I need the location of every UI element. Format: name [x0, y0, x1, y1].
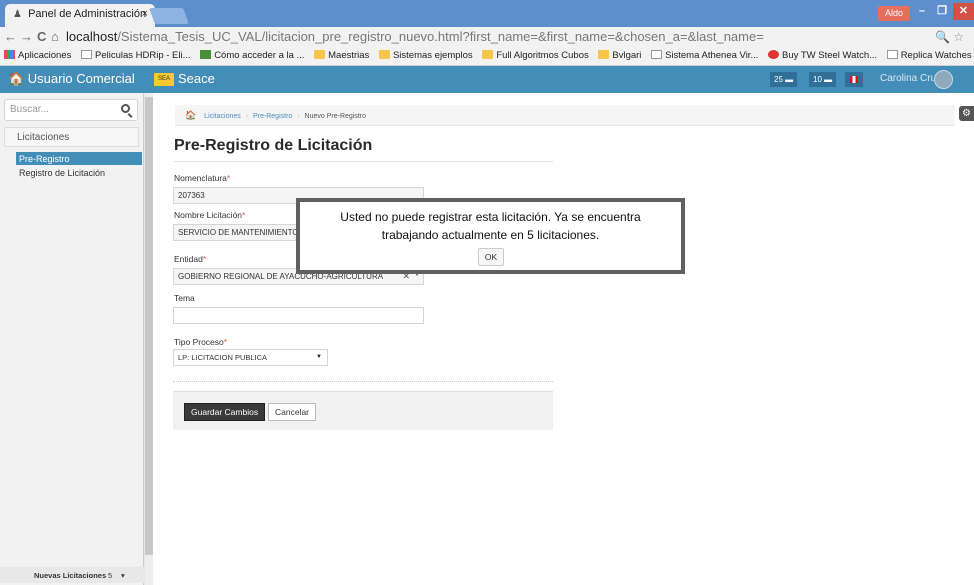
form-actions: Guardar Cambios Cancelar: [173, 391, 553, 430]
breadcrumb-separator: ›: [297, 113, 300, 120]
title-divider: [174, 161, 553, 162]
breadcrumb-separator: ›: [245, 113, 249, 120]
bookmark-item[interactable]: Sistemas ejemplos: [378, 50, 473, 61]
bookmark-item[interactable]: Aplicaciones: [4, 50, 71, 61]
gear-icon[interactable]: ⚙: [959, 106, 974, 121]
ok-button[interactable]: OK: [478, 248, 504, 266]
window-close-button[interactable]: ✕: [953, 3, 974, 20]
address-bar: ← → C ⌂ localhost/Sistema_Tesis_UC_VAL/l…: [0, 27, 974, 47]
user-menu[interactable]: Carolina Cruz: [880, 73, 941, 84]
breadcrumb-link[interactable]: Pre-Registro: [253, 113, 292, 120]
bookmark-item[interactable]: Sistema Athenea Vir...: [651, 50, 758, 61]
bookmark-item[interactable]: Maestrias: [314, 50, 369, 61]
sidebar-section-licitaciones[interactable]: Licitaciones: [4, 127, 139, 147]
bookmark-item[interactable]: Buy TW Steel Watch...: [768, 50, 877, 61]
tema-field[interactable]: [173, 307, 424, 324]
app-navbar: 🏠 Usuario Comercial SEA Seace 25 ▬ 10 ▬ …: [0, 66, 974, 93]
breadcrumb: 🏠 Licitaciones › Pre-Registro › Nuevo Pr…: [175, 105, 955, 126]
bookmark-item[interactable]: Peliculas HDRip - Eli...: [80, 50, 191, 61]
tab-close-icon[interactable]: ×: [142, 8, 148, 20]
notifications-badge[interactable]: 10 ▬: [809, 72, 837, 87]
bookmark-item[interactable]: Cómo acceder a la ...: [200, 50, 304, 61]
bookmark-star-icon[interactable]: 🔍 ☆: [935, 30, 964, 44]
tab-favicon-icon: ♟: [13, 9, 22, 20]
bvlgari-icon: [598, 50, 610, 59]
sidebar-footer-count: 5: [108, 571, 113, 580]
alert-message: Usted no puede registrar esta licitación…: [340, 210, 641, 242]
seace-logo: SEA: [154, 73, 174, 86]
scrollbar-thumb[interactable]: [145, 97, 153, 555]
tema-label: Tema: [174, 293, 195, 303]
chevron-down-icon[interactable]: ▾: [121, 571, 125, 580]
window-minimize-button[interactable]: –: [913, 3, 931, 20]
film-icon: [200, 50, 212, 59]
browser-tab[interactable]: ♟ Panel de Administración ×: [5, 4, 155, 27]
bookmark-item[interactable]: Full Algoritmos Cubos: [482, 50, 589, 61]
search-icon[interactable]: [121, 104, 130, 113]
folder-icon: [314, 50, 326, 59]
sidebar-scrollbar[interactable]: [145, 93, 153, 585]
search-placeholder: Buscar...: [10, 104, 49, 115]
reload-icon[interactable]: C: [37, 29, 46, 44]
language-flag-icon[interactable]: [845, 72, 863, 87]
window-maximize-button[interactable]: ❐: [933, 3, 951, 20]
movie-icon: [80, 50, 92, 59]
seace-label[interactable]: Seace: [178, 71, 215, 86]
brand-link[interactable]: 🏠 Usuario Comercial: [8, 71, 135, 87]
tasks-badge[interactable]: 25 ▬: [770, 72, 798, 87]
home-icon[interactable]: 🏠: [185, 110, 196, 120]
chevron-down-icon: ▼: [316, 354, 322, 360]
forward-arrow-icon[interactable]: →: [20, 29, 33, 44]
browser-user-badge[interactable]: Aldo: [878, 6, 911, 21]
folder-icon: [378, 50, 390, 59]
page-icon: [651, 50, 663, 59]
sidebar-footer[interactable]: Nuevas Licitaciones 5 ▾: [0, 567, 144, 583]
sidebar-item-registro-licitacion[interactable]: Registro de Licitación: [16, 166, 142, 179]
tab-title: Panel de Administración: [28, 8, 147, 20]
tipo-proceso-select[interactable]: LP: LICITACION PUBLICA ▼: [173, 349, 328, 366]
sidebar: Buscar... Licitaciones Pre-Registro Regi…: [0, 93, 144, 585]
new-tab-button[interactable]: [149, 8, 189, 24]
avatar[interactable]: [934, 70, 953, 89]
entidad-label: Entidad*: [174, 254, 207, 264]
apps-icon: [4, 50, 15, 59]
home-icon[interactable]: ⌂: [51, 29, 59, 44]
back-arrow-icon[interactable]: ←: [4, 29, 17, 44]
tipo-proceso-label: Tipo Proceso*: [174, 337, 228, 347]
folder-icon: [482, 50, 494, 59]
sidebar-item-pre-registro[interactable]: Pre-Registro: [16, 152, 142, 165]
bookmark-item[interactable]: Bvlgari: [598, 50, 641, 61]
url-host: localhost: [66, 29, 118, 44]
main-content: 🏠 Licitaciones › Pre-Registro › Nuevo Pr…: [153, 93, 974, 585]
url-input[interactable]: localhost/Sistema_Tesis_UC_VAL/licitacio…: [66, 29, 764, 44]
nomenclatura-label: Nomenclatura*: [174, 173, 231, 183]
bookmark-item[interactable]: Replica Watches - 2...: [886, 50, 974, 61]
search-input[interactable]: Buscar...: [4, 99, 138, 121]
cancel-button[interactable]: Cancelar: [268, 403, 317, 421]
breadcrumb-current: Nuevo Pre-Registro: [304, 113, 367, 120]
breadcrumb-link[interactable]: Licitaciones: [204, 113, 241, 120]
sidebar-footer-label: Nuevas Licitaciones: [34, 571, 107, 580]
alert-dialog: Usted no puede registrar esta licitación…: [296, 198, 685, 274]
bookmarks-bar: Aplicaciones Peliculas HDRip - Eli... Có…: [0, 47, 974, 66]
page-icon: [886, 50, 898, 59]
url-path: /Sistema_Tesis_UC_VAL/licitacion_pre_reg…: [117, 29, 764, 44]
save-button[interactable]: Guardar Cambios: [184, 403, 266, 421]
tipo-proceso-value: LP: LICITACION PUBLICA: [178, 353, 268, 362]
watch-icon: [768, 50, 780, 59]
nombre-licitacion-label: Nombre Licitación*: [174, 210, 246, 220]
page-title: Pre-Registro de Licitación: [174, 137, 373, 154]
form-divider: [173, 381, 553, 382]
browser-titlebar: ♟ Panel de Administración × Aldo – ❐ ✕: [0, 0, 974, 27]
